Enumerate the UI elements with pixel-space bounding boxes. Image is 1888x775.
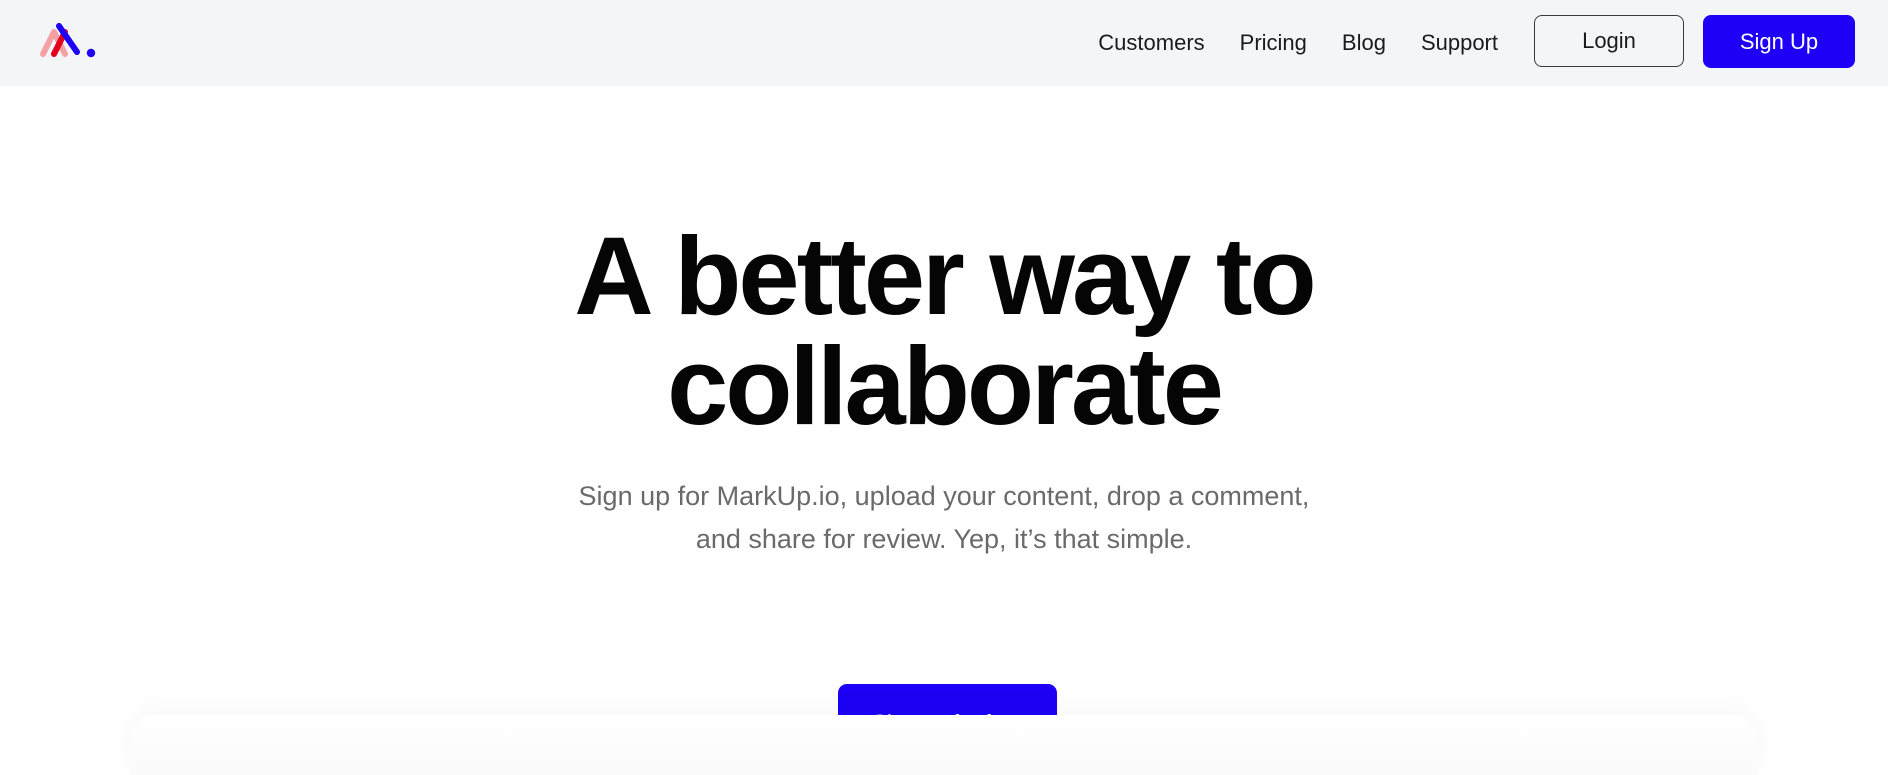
- nav-link-customers[interactable]: Customers: [1098, 30, 1204, 56]
- hero-subtitle-line-2: and share for review. Yep, it’s that sim…: [695, 524, 1193, 554]
- hero-subtitle: Sign up for MarkUp.io, upload your conte…: [0, 475, 1888, 561]
- signup-button[interactable]: Sign Up: [1703, 15, 1855, 68]
- hero-title-line-2: collaborate: [667, 325, 1224, 448]
- main-nav: Customers Pricing Blog Support: [1098, 0, 1498, 86]
- top-navbar: Customers Pricing Blog Support Login Sig…: [0, 0, 1888, 86]
- nav-link-support[interactable]: Support: [1421, 30, 1498, 56]
- hero-title-line-1: A better way to: [574, 215, 1316, 338]
- login-button[interactable]: Login: [1534, 15, 1684, 67]
- nav-link-pricing[interactable]: Pricing: [1240, 30, 1307, 56]
- markup-logo-icon[interactable]: [38, 20, 100, 62]
- nav-link-blog[interactable]: Blog: [1342, 30, 1386, 56]
- hero-title: A better way to collaborate: [0, 222, 1888, 442]
- product-preview-edge: [130, 715, 1758, 775]
- hero-subtitle-line-1: Sign up for MarkUp.io, upload your conte…: [578, 481, 1310, 511]
